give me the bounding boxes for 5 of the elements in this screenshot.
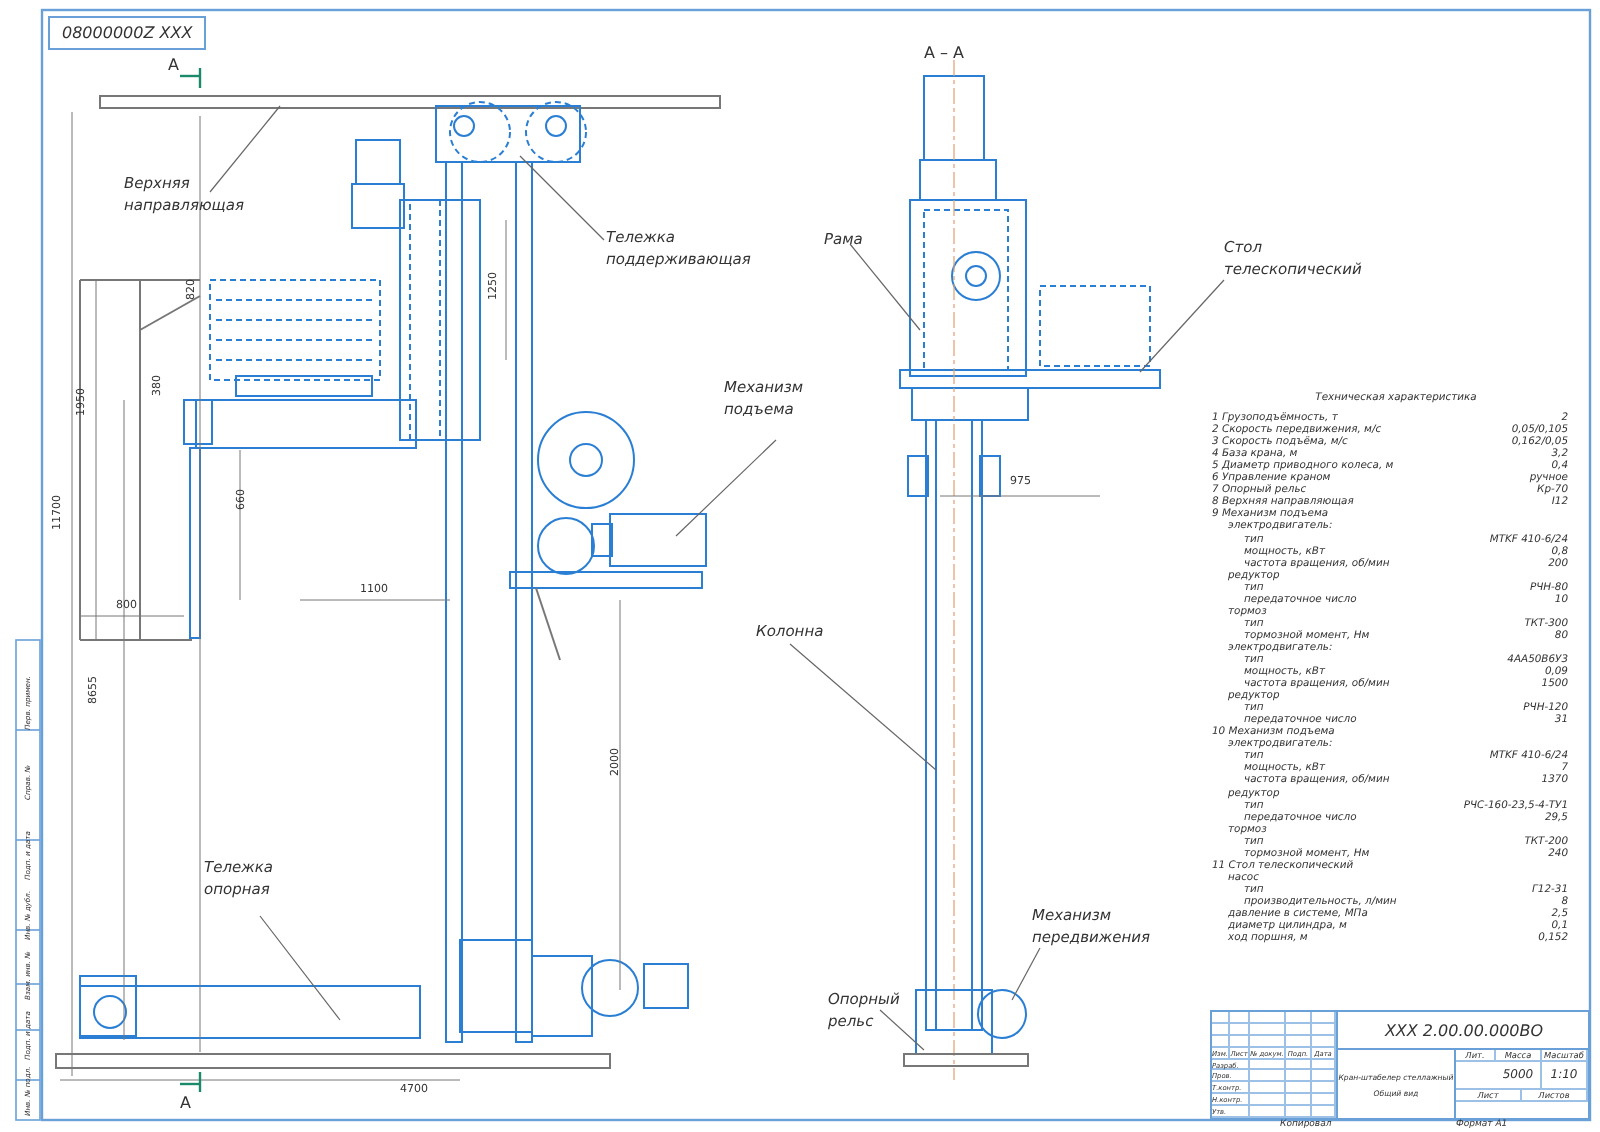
section-label: А — [168, 56, 179, 74]
drawing-designation: ХХХ 2.00.00.000ВО — [1338, 1012, 1590, 1050]
view-title: А – А — [924, 44, 965, 62]
drawing-code: 08000000Z XXX — [48, 16, 207, 50]
section-label: А — [180, 1094, 191, 1112]
